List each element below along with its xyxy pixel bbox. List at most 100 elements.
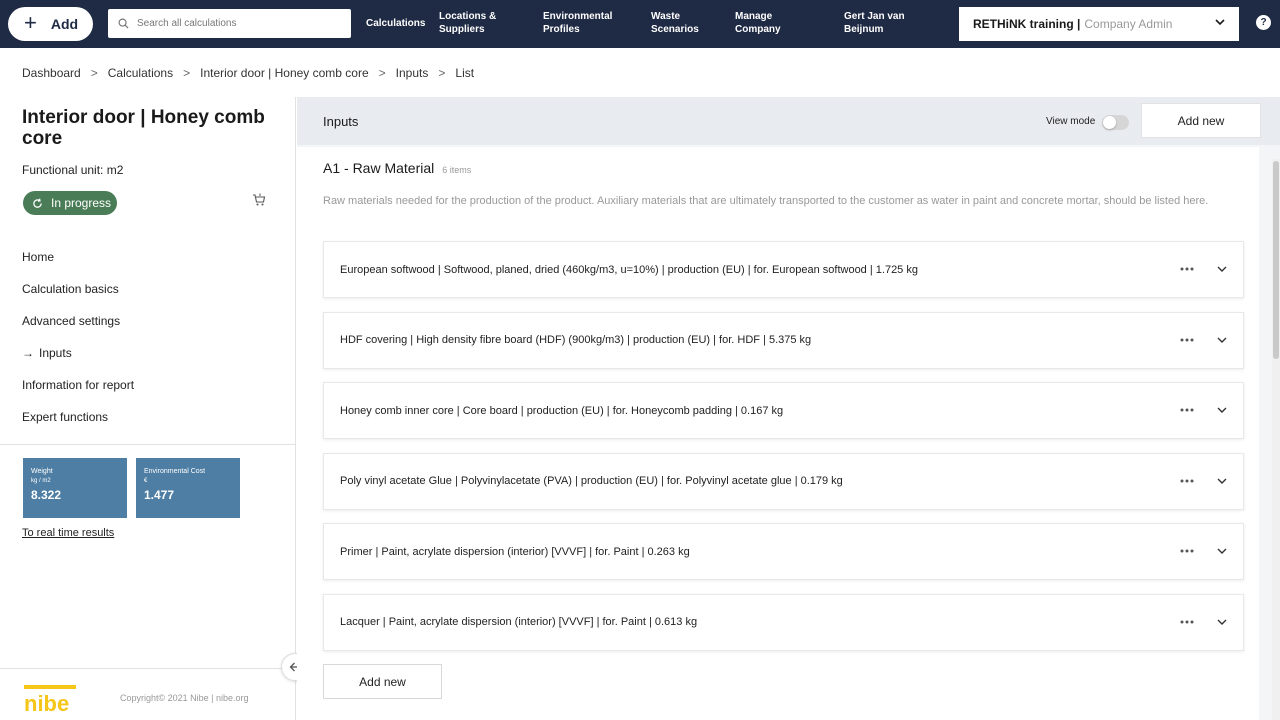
main-title: Inputs (323, 114, 359, 129)
chevron-down-icon[interactable] (1217, 617, 1227, 627)
breadcrumb-calculation[interactable]: Interior door | Honey comb core (200, 66, 369, 80)
search-icon (118, 18, 129, 29)
breadcrumb-separator: > (183, 66, 191, 80)
sidebar-item-label: Calculation basics (22, 282, 119, 296)
section-description: Raw materials needed for the production … (323, 195, 1209, 207)
plus-icon: + (24, 10, 37, 35)
metric-label: Environmental Cost (144, 468, 206, 475)
list-item[interactable]: European softwood | Softwood, planed, dr… (323, 241, 1244, 298)
sidebar-item-inputs[interactable]: → Inputs (22, 337, 134, 369)
toggle-knob (1103, 116, 1116, 129)
company-selector[interactable]: RETHiNK training | Company Admin (959, 7, 1239, 41)
list-item-text: European softwood | Softwood, planed, dr… (340, 263, 918, 276)
breadcrumb-inputs[interactable]: Inputs (396, 66, 429, 80)
sidebar-item-label: Home (22, 250, 55, 264)
help-icon[interactable]: ? (1256, 15, 1271, 30)
functional-unit: Functional unit: m2 (22, 163, 124, 177)
inputs-content: A1 - Raw Material 6 items Raw materials … (297, 147, 1259, 720)
nav-manage-company[interactable]: Manage Company (735, 10, 795, 36)
more-options-icon[interactable] (1179, 335, 1195, 345)
sidebar-navigation: Home Calculation basics Advanced setting… (22, 241, 134, 433)
scrollbar[interactable] (1272, 159, 1280, 720)
main-panel: Inputs View mode Add new A1 - Raw Materi… (297, 97, 1280, 720)
cart-icon[interactable] (252, 193, 266, 207)
list-item-text: Primer | Paint, acrylate dispersion (int… (340, 545, 690, 558)
metric-unit: € (144, 478, 148, 484)
list-item-text: Lacquer | Paint, acrylate dispersion (in… (340, 616, 698, 628)
sidebar-item-home[interactable]: Home (22, 241, 134, 273)
sidebar: Interior door | Honey comb core Function… (0, 97, 296, 720)
list-item-text: Poly vinyl acetate Glue | Polyvinylaceta… (340, 475, 843, 487)
sidebar-item-label: Advanced settings (22, 314, 121, 328)
list-item[interactable]: HDF covering | High density fibre board … (323, 311, 1244, 369)
nav-locations-suppliers[interactable]: Locations & Suppliers (439, 10, 519, 36)
chevron-down-icon (1215, 19, 1225, 26)
metric-card-environmental-cost[interactable]: Environmental Cost € 1.477 (136, 458, 240, 518)
metric-card-weight[interactable]: Weight kg / m2 8.322 (23, 458, 127, 518)
sidebar-item-advanced-settings[interactable]: Advanced settings (22, 305, 134, 337)
company-role: Company Admin (1084, 17, 1173, 31)
search-input[interactable] (137, 18, 337, 29)
metric-unit: kg / m2 (31, 478, 51, 484)
breadcrumb-calculations[interactable]: Calculations (108, 66, 173, 80)
sidebar-item-expert-functions[interactable]: Expert functions (22, 401, 134, 433)
main-header: Inputs View mode Add new (297, 97, 1280, 145)
breadcrumb: Dashboard > Calculations > Interior door… (22, 66, 474, 80)
section-header: A1 - Raw Material 6 items (323, 160, 471, 176)
input-list: European softwood | Softwood, planed, dr… (323, 241, 1244, 664)
metric-label: Weight (31, 468, 53, 475)
add-button[interactable]: + Add (8, 7, 93, 41)
scrollbar-thumb[interactable] (1273, 161, 1279, 359)
metric-value: 8.322 (31, 488, 62, 502)
status-badge: In progress (23, 191, 117, 215)
sidebar-item-label: Inputs (39, 346, 72, 360)
more-options-icon[interactable] (1179, 405, 1195, 415)
chevron-down-icon[interactable] (1217, 405, 1227, 415)
divider (0, 668, 295, 669)
section-title: A1 - Raw Material (323, 160, 435, 176)
chevron-down-icon[interactable] (1217, 476, 1227, 486)
search-bar[interactable] (108, 9, 351, 38)
more-options-icon[interactable] (1179, 546, 1195, 556)
page-title: Interior door | Honey comb core (22, 107, 265, 149)
breadcrumb-dashboard[interactable]: Dashboard (22, 66, 81, 80)
breadcrumb-separator: > (438, 66, 446, 80)
list-item-text: HDF covering | High density fibre board … (340, 334, 812, 346)
more-options-icon[interactable] (1179, 617, 1195, 627)
nibe-logo: nibe (24, 685, 76, 715)
breadcrumb-list: List (455, 66, 475, 80)
nav-user-profile[interactable]: Gert Jan van Beijnum (844, 10, 924, 36)
add-new-item-button[interactable]: Add new (323, 664, 442, 699)
chevron-down-icon[interactable] (1217, 335, 1227, 345)
breadcrumb-separator: > (378, 66, 386, 80)
add-button-label: Add (50, 16, 79, 32)
sidebar-item-information-for-report[interactable]: Information for report (22, 369, 134, 401)
arrow-right-icon: → (22, 346, 34, 360)
sidebar-item-label: Expert functions (22, 410, 109, 424)
view-mode-label: View mode (1046, 116, 1096, 127)
nav-calculations[interactable]: Calculations (366, 17, 425, 30)
list-item-text: Honey comb inner core | Core board | pro… (340, 404, 784, 417)
more-options-icon[interactable] (1179, 476, 1195, 486)
view-mode-toggle[interactable] (1102, 115, 1129, 130)
more-options-icon[interactable] (1179, 264, 1195, 274)
logo-text: nibe (24, 691, 69, 715)
list-item[interactable]: Honey comb inner core | Core board | pro… (323, 382, 1244, 439)
status-label: In progress (51, 196, 112, 210)
copyright: Copyright© 2021 Nibe | nibe.org (120, 693, 249, 703)
realtime-results-link[interactable]: To real time results (22, 527, 114, 539)
nav-waste-scenarios[interactable]: Waste Scenarios (651, 10, 711, 36)
list-item[interactable]: Poly vinyl acetate Glue | Polyvinylaceta… (323, 452, 1244, 510)
nav-environmental-profiles[interactable]: Environmental Profiles (543, 10, 623, 36)
sidebar-item-calculation-basics[interactable]: Calculation basics (22, 273, 134, 305)
metric-value: 1.477 (144, 488, 175, 502)
list-item[interactable]: Lacquer | Paint, acrylate dispersion (in… (323, 593, 1244, 651)
refresh-icon (33, 198, 42, 208)
breadcrumb-separator: > (90, 66, 98, 80)
chevron-down-icon[interactable] (1217, 264, 1227, 274)
company-name: RETHiNK training | (973, 17, 1081, 31)
list-item[interactable]: Primer | Paint, acrylate dispersion (int… (323, 523, 1244, 580)
top-navigation-bar: + Add Calculations Locations & Suppliers… (0, 0, 1280, 48)
add-new-button[interactable]: Add new (1141, 103, 1261, 138)
chevron-down-icon[interactable] (1217, 546, 1227, 556)
